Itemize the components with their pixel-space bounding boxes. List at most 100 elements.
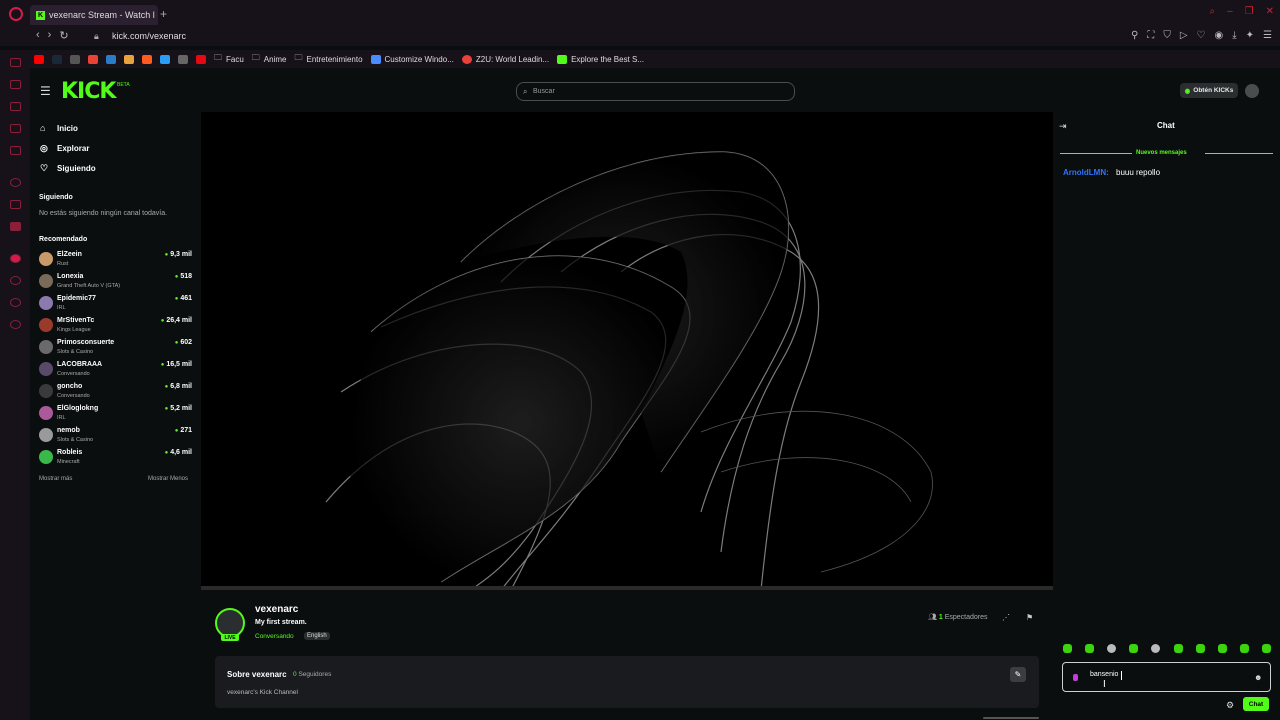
bookmark-icon[interactable] (142, 54, 152, 64)
emote-icon[interactable] (1217, 644, 1227, 653)
gear-icon[interactable]: ⚙ (1226, 700, 1234, 711)
sidebar-app-icon[interactable] (10, 254, 21, 263)
search-input[interactable]: Buscar (516, 82, 795, 101)
emote-icon[interactable] (1151, 644, 1161, 653)
emote-icon[interactable] (1063, 644, 1072, 653)
nav-item-following[interactable]: ♡ Siguiendo (40, 163, 96, 174)
bookmark-item[interactable]: Explore the Best S... (557, 54, 644, 64)
search-tabs-icon[interactable]: ⌕ (1209, 6, 1215, 17)
video-progress-bar[interactable] (201, 586, 1053, 590)
bookmark-icon[interactable] (178, 54, 188, 64)
sidebar-app-icon[interactable] (10, 298, 21, 307)
more-options-icon[interactable]: ⚑ (1026, 613, 1033, 622)
share-icon[interactable]: ⋰ (1002, 613, 1010, 622)
emote-icon[interactable] (1085, 644, 1095, 653)
maximize-icon[interactable]: ❐ (1245, 6, 1254, 17)
send-chat-button[interactable]: Chat (1243, 697, 1269, 711)
bookmark-item[interactable]: 🗀︎ Anime (252, 52, 287, 66)
forward-icon[interactable]: › (48, 29, 52, 42)
horizontal-scrollbar[interactable] (983, 717, 1039, 719)
emoji-icon[interactable]: ☻ (1254, 673, 1262, 682)
show-less-link[interactable]: Mostrar Menos (148, 476, 188, 482)
bookmark-item[interactable]: Z2U: World Leadin... (461, 54, 549, 64)
tab-title: vexenarc Stream - Watch l (49, 10, 155, 20)
user-avatar-icon[interactable] (1245, 84, 1259, 98)
steam-icon[interactable] (52, 54, 62, 64)
recommended-channel[interactable]: nemobSlots & Casino271 (39, 427, 192, 447)
sidebar-app-icon[interactable] (10, 178, 21, 187)
ai-icon[interactable]: ✦ (1246, 30, 1254, 41)
bookmark-icon[interactable] (106, 54, 116, 64)
sidebar-app-icon[interactable] (10, 222, 21, 231)
bookmark-icon[interactable] (70, 54, 80, 64)
chat-input-text[interactable]: bansenio (1090, 671, 1118, 678)
sidebar-app-icon[interactable] (10, 80, 21, 89)
bookmark-item[interactable]: Customize Windo... (370, 54, 454, 64)
netflix-icon[interactable] (196, 54, 206, 64)
recommended-channel[interactable]: LACOBRAAAConversando16,5 mil (39, 361, 192, 381)
recommended-channel[interactable]: MrStivenTcKings League26,4 mil (39, 317, 192, 337)
reload-icon[interactable]: ↻ (59, 29, 68, 42)
stream-category[interactable]: Conversando (255, 633, 294, 640)
recommended-channel[interactable]: PrimosconsuerteSlots & Casino602 (39, 339, 192, 359)
new-tab-button[interactable]: + (160, 7, 167, 21)
emote-icon[interactable] (1195, 644, 1205, 653)
get-kicks-button[interactable]: ◉ Obtén KICKs (1180, 83, 1238, 98)
bookmark-icon (557, 54, 568, 64)
avatar (39, 274, 53, 288)
new-messages-label[interactable]: Nuevos mensajes (1136, 150, 1187, 156)
folder-icon: 🗀︎ (294, 53, 303, 62)
menu-icon[interactable]: ☰ (1263, 30, 1272, 41)
back-icon[interactable]: ‹ (36, 29, 40, 42)
kick-logo[interactable]: KICK (61, 79, 116, 104)
chat-message-username[interactable]: ArnoldLMN: (1063, 168, 1109, 177)
channel-name[interactable]: vexenarc (255, 604, 298, 615)
about-panel (215, 656, 1039, 708)
nav-item-home[interactable]: ⌂ Inicio (40, 123, 78, 133)
browser-tab[interactable]: K vexenarc Stream - Watch l (30, 5, 158, 25)
video-player[interactable] (201, 112, 1053, 590)
collapse-chat-icon[interactable]: ⇥ (1059, 121, 1067, 132)
recommended-channel[interactable]: gonchoConversando6,8 mil (39, 383, 192, 403)
hamburger-menu-icon[interactable]: ☰ (40, 85, 51, 97)
heart-icon[interactable]: ♡ (1197, 30, 1206, 41)
emote-icon[interactable] (1173, 644, 1183, 653)
folder-icon: 🗀︎ (251, 53, 260, 62)
sidebar-app-icon[interactable] (10, 124, 21, 133)
profile-icon[interactable]: ◉ (1214, 30, 1223, 41)
bookmark-icon[interactable] (124, 54, 134, 64)
shield-icon[interactable]: ⛉ (1163, 30, 1171, 41)
emote-icon[interactable] (1239, 644, 1249, 653)
gmail-icon[interactable] (88, 54, 98, 64)
stream-language-tag[interactable]: English (304, 632, 330, 640)
recommended-channel[interactable]: LonexiaGrand Theft Auto V (GTA)518 (39, 273, 192, 293)
emote-icon[interactable] (1107, 644, 1117, 653)
sidebar-app-icon[interactable] (10, 102, 21, 111)
nav-item-explore[interactable]: ◎ Explorar (40, 143, 89, 154)
url-field[interactable]: kick.com/vexenarc (112, 31, 186, 41)
sidebar-app-icon[interactable] (10, 200, 21, 209)
youtube-icon[interactable] (34, 54, 44, 64)
play-icon[interactable]: ▷ (1180, 30, 1188, 41)
close-window-icon[interactable]: ✕ (1266, 6, 1274, 17)
minimize-icon[interactable]: – (1227, 6, 1233, 17)
recommended-channel[interactable]: ElGloglokngIRL5,2 mil (39, 405, 192, 425)
recommended-channel[interactable]: RobleisMinecraft4,6 mil (39, 449, 192, 469)
download-icon[interactable]: ⤓ (1232, 30, 1236, 41)
recommended-channel[interactable]: ElZeeinRust9,3 mil (39, 251, 192, 271)
snapshot-icon[interactable]: ⛶ (1147, 30, 1154, 41)
emote-icon[interactable] (1129, 644, 1139, 653)
sidebar-app-icon[interactable] (10, 276, 21, 285)
sidebar-app-icon[interactable] (10, 320, 21, 329)
opera-logo-icon[interactable] (9, 7, 23, 21)
bookmark-item[interactable]: 🗀︎ Entretenimiento (294, 52, 362, 66)
pin-icon[interactable]: ⚲ (1131, 30, 1138, 41)
emote-icon[interactable] (1261, 644, 1271, 653)
edit-button[interactable]: ✎ (1010, 667, 1026, 682)
sidebar-app-icon[interactable] (10, 58, 21, 67)
bookmark-item[interactable]: 🗀︎ Facu (214, 52, 244, 66)
microsoft-icon[interactable] (160, 54, 170, 64)
sidebar-app-icon[interactable] (10, 146, 21, 155)
recommended-channel[interactable]: Epidemic77IRL461 (39, 295, 192, 315)
show-more-link[interactable]: Mostrar más (39, 476, 72, 482)
